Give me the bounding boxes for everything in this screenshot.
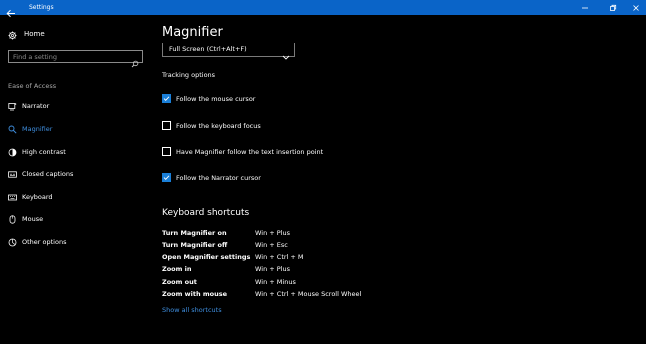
- sidebar-item-other-options[interactable]: Other options: [8, 236, 66, 248]
- sidebar-item-high-contrast[interactable]: High contrast: [8, 146, 66, 158]
- shortcut-keys: Win + Ctrl + M: [255, 253, 304, 261]
- shortcut-row: Open Magnifier settings Win + Ctrl + M: [162, 253, 482, 263]
- sidebar-item-keyboard[interactable]: Keyboard: [8, 191, 53, 203]
- shortcut-row: Zoom out Win + Minus: [162, 278, 482, 288]
- checkbox-checked[interactable]: [162, 94, 171, 103]
- back-arrow-icon[interactable]: [6, 3, 16, 18]
- window-title: Settings: [29, 4, 54, 11]
- sidebar-item-label: Closed captions: [22, 170, 74, 178]
- shortcut-keys: Win + Minus: [255, 278, 296, 286]
- shortcut-keys: Win + Plus: [255, 265, 291, 273]
- checkmark-icon: [163, 175, 170, 180]
- tracking-options-label: Tracking options: [162, 71, 216, 79]
- restore-icon: [610, 4, 617, 11]
- narrator-icon: [8, 102, 17, 111]
- close-button[interactable]: [624, 0, 646, 15]
- sidebar-section-label: Ease of Access: [8, 82, 57, 90]
- shortcut-action: Turn Magnifier on: [162, 229, 227, 237]
- search-input[interactable]: Find a setting: [8, 50, 143, 68]
- shortcut-action: Zoom with mouse: [162, 290, 228, 298]
- shortcut-action: Open Magnifier settings: [162, 253, 251, 261]
- captions-icon: [8, 170, 17, 179]
- search-icon[interactable]: [131, 53, 139, 72]
- title-bar: Settings: [0, 0, 646, 18]
- sidebar: Home Find a setting Ease of Access Narra…: [0, 15, 152, 344]
- sidebar-item-mouse[interactable]: Mouse: [8, 213, 43, 225]
- minimize-button[interactable]: [573, 0, 597, 15]
- other-options-icon: [8, 238, 17, 247]
- search-placeholder: Find a setting: [13, 53, 57, 61]
- keyboard-icon: [8, 193, 17, 202]
- sidebar-item-narrator[interactable]: Narrator: [8, 100, 49, 112]
- main-content: Magnifier Full Screen (Ctrl+Alt+F) Track…: [162, 15, 646, 344]
- shortcut-row: Zoom with mouse Win + Ctrl + Mouse Scrol…: [162, 290, 482, 300]
- sidebar-item-closed-captions[interactable]: Closed captions: [8, 168, 73, 180]
- minimize-icon: [582, 7, 588, 8]
- checkbox-follow-keyboard-focus[interactable]: Follow the keyboard focus: [162, 120, 261, 131]
- magnifier-icon: [8, 125, 17, 134]
- shortcut-row: Turn Magnifier off Win + Esc: [162, 241, 482, 251]
- checkbox-unchecked[interactable]: [162, 121, 171, 130]
- close-icon: [633, 4, 639, 11]
- sidebar-item-label: Other options: [22, 238, 67, 246]
- checkbox-follow-mouse[interactable]: Follow the mouse cursor: [162, 93, 255, 104]
- sidebar-item-label: Magnifier: [22, 125, 53, 133]
- sidebar-item-magnifier[interactable]: Magnifier: [8, 123, 52, 135]
- shortcut-row: Turn Magnifier on Win + Plus: [162, 229, 482, 239]
- shortcut-row: Zoom in Win + Plus: [162, 265, 482, 275]
- view-dropdown-value: Full Screen (Ctrl+Alt+F): [169, 45, 247, 53]
- shortcut-action: Zoom in: [162, 265, 192, 273]
- sidebar-item-label: Keyboard: [22, 193, 53, 201]
- view-dropdown[interactable]: Full Screen (Ctrl+Alt+F): [162, 43, 295, 60]
- checkbox-follow-narrator[interactable]: Follow the Narrator cursor: [162, 172, 261, 183]
- contrast-icon: [8, 148, 17, 157]
- checkbox-unchecked[interactable]: [162, 147, 171, 156]
- home-gear-icon: [8, 25, 17, 44]
- sidebar-home-label: Home: [24, 30, 45, 38]
- shortcut-keys: Win + Esc: [255, 241, 288, 249]
- checkbox-follow-text-insertion[interactable]: Have Magnifier follow the text insertion…: [162, 146, 323, 157]
- keyboard-shortcuts-title: Keyboard shortcuts: [162, 208, 250, 218]
- chevron-down-icon: [282, 46, 290, 65]
- shortcut-action: Turn Magnifier off: [162, 241, 228, 249]
- shortcut-keys: Win + Ctrl + Mouse Scroll Wheel: [255, 290, 362, 298]
- maximize-button[interactable]: [601, 0, 625, 15]
- sidebar-item-label: Mouse: [22, 215, 44, 223]
- sidebar-item-label: Narrator: [22, 102, 50, 110]
- checkbox-label: Follow the mouse cursor: [176, 94, 256, 103]
- checkbox-label: Follow the Narrator cursor: [176, 173, 261, 182]
- checkbox-label: Have Magnifier follow the text insertion…: [176, 147, 324, 156]
- show-all-shortcuts-link[interactable]: Show all shortcuts: [162, 306, 222, 314]
- sidebar-home[interactable]: Home: [8, 28, 45, 40]
- sidebar-item-label: High contrast: [22, 148, 66, 156]
- checkmark-icon: [163, 96, 170, 101]
- shortcut-keys: Win + Plus: [255, 229, 291, 237]
- checkbox-label: Follow the keyboard focus: [176, 121, 261, 130]
- checkbox-checked[interactable]: [162, 173, 171, 182]
- page-title: Magnifier: [162, 25, 223, 40]
- mouse-icon: [8, 214, 17, 224]
- shortcut-action: Zoom out: [162, 278, 197, 286]
